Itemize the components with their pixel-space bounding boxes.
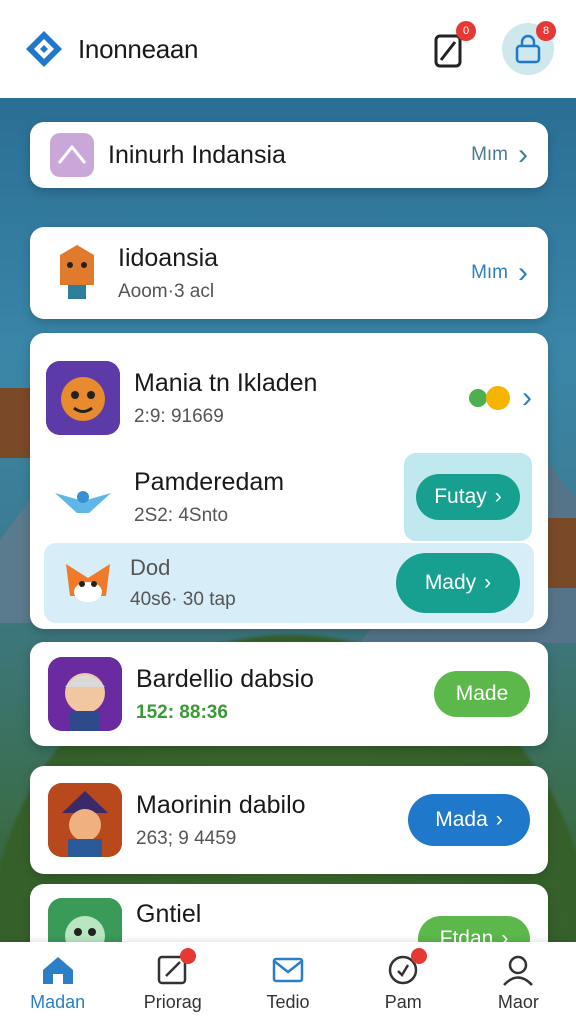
made-button[interactable]: Made xyxy=(434,671,530,717)
chevron-right-icon: › xyxy=(518,138,528,171)
list-item[interactable]: Pamderedam 2S2: 4Snto Futay › xyxy=(30,451,548,543)
game-title: Gntiel xyxy=(136,900,202,928)
notification-badge: 0 xyxy=(456,21,476,41)
game-stats: 40s6· 30 tap xyxy=(130,589,236,610)
logo-icon[interactable] xyxy=(22,27,66,71)
button-label: Mada xyxy=(435,808,488,831)
nav-maor[interactable]: Maor xyxy=(461,942,576,1024)
category-card[interactable]: Iidoansia Aoom·3 acl Mım › xyxy=(30,227,548,319)
more-label: Mım xyxy=(471,144,508,165)
game-title: Maorinin dabilo xyxy=(136,790,306,819)
mady-button[interactable]: Mady › xyxy=(396,553,520,613)
chevron-right-icon: › xyxy=(484,571,492,594)
clipboard-button[interactable]: 0 xyxy=(422,21,476,75)
card-title: Iidoansia xyxy=(118,243,219,272)
card-title: Ininurh Indansia xyxy=(108,140,286,169)
game-group: Mania tn Ikladen 2:9: 91669 › Pamderedam… xyxy=(30,333,548,629)
more-link[interactable]: Mım › xyxy=(471,140,528,170)
action-panel: Futay › xyxy=(404,453,532,541)
nav-madan[interactable]: Madan xyxy=(0,942,115,1024)
more-link[interactable]: Mım › xyxy=(471,258,528,288)
fox-icon xyxy=(58,553,118,613)
game-title: Pamderedam xyxy=(134,467,285,496)
nav-pam[interactable]: Pam xyxy=(346,942,461,1024)
bottom-nav: Madan Priorag Tedio Pam Maor xyxy=(0,942,576,1024)
game-stats: 2S2: 4Snto xyxy=(134,504,229,526)
chevron-right-icon: › xyxy=(495,808,503,831)
nav-badge xyxy=(180,948,197,964)
app-title: Inonneaan xyxy=(78,33,199,64)
game-card[interactable]: Bardellio dabsio 152: 88:36 Made xyxy=(30,642,548,746)
game-card[interactable]: Maorinin dabilo 263; 9 4459 Mada › xyxy=(30,766,548,874)
game-title: Bardellio dabsio xyxy=(136,664,314,693)
mail-icon xyxy=(272,957,304,982)
chevron-right-icon: › xyxy=(494,485,502,508)
button-label: Mady xyxy=(424,571,477,594)
game-stats: 2:9: 91669 xyxy=(134,405,224,427)
game-icon xyxy=(48,783,122,857)
coin-icon xyxy=(469,386,510,410)
nav-label: Priorag xyxy=(143,991,202,1012)
game-icon xyxy=(46,361,120,435)
nav-label: Madan xyxy=(30,991,86,1012)
card-subtitle: Aoom·3 acl xyxy=(118,280,215,302)
button-label: Made xyxy=(455,682,509,705)
featured-card[interactable]: Ininurh Indansia Mım › xyxy=(30,122,548,188)
profile-button[interactable]: 8 xyxy=(502,21,556,75)
game-icon xyxy=(48,657,122,731)
app-header: Inonneaan 0 8 xyxy=(0,0,576,98)
chevron-right-icon: › xyxy=(518,256,528,289)
list-item[interactable]: Mania tn Ikladen 2:9: 91669 › xyxy=(30,353,548,443)
nav-label: Maor xyxy=(497,991,539,1012)
game-title: Mania tn Ikladen xyxy=(134,368,318,397)
nav-tedio[interactable]: Tedio xyxy=(230,942,345,1024)
profile-badge: 8 xyxy=(536,21,556,41)
button-label: Futay xyxy=(434,485,487,508)
nav-priorag[interactable]: Priorag xyxy=(115,942,230,1024)
nav-label: Pam xyxy=(384,991,422,1012)
user-icon xyxy=(503,955,534,986)
nav-label: Tedio xyxy=(266,991,310,1012)
featured-icon xyxy=(50,133,94,177)
reward-indicator[interactable]: › xyxy=(466,383,532,413)
nav-badge xyxy=(410,948,427,964)
game-stats: 263; 9 4459 xyxy=(136,827,237,849)
list-item-selected[interactable]: Dod 40s6· 30 tap Mady › xyxy=(44,543,534,623)
more-label: Mım xyxy=(471,262,508,283)
bird-icon xyxy=(46,460,120,534)
fox-character-icon xyxy=(50,241,104,305)
futay-button[interactable]: Futay › xyxy=(416,474,520,520)
home-icon xyxy=(42,956,73,984)
game-title: Dod xyxy=(130,555,171,580)
chevron-right-icon: › xyxy=(522,381,532,414)
game-stats: 152: 88:36 xyxy=(136,701,228,723)
mada-button[interactable]: Mada › xyxy=(408,794,530,846)
